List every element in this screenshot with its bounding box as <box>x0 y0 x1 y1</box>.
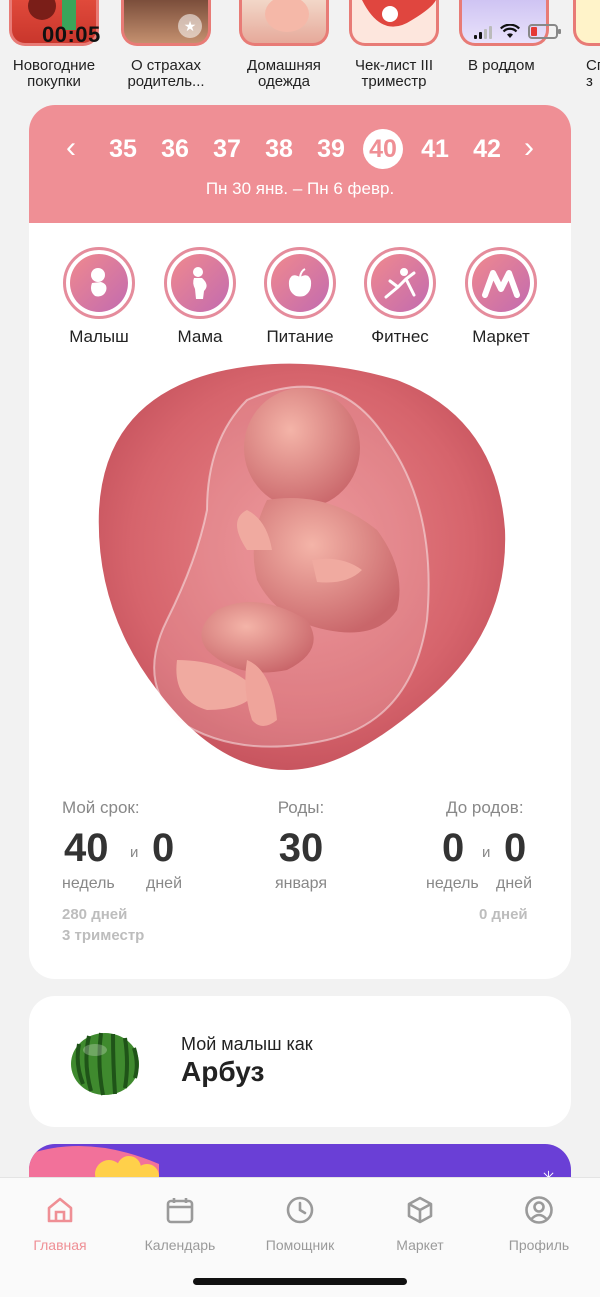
apple-icon <box>288 268 312 297</box>
story-label: Спз <box>586 57 600 90</box>
home-indicator[interactable] <box>193 1278 407 1285</box>
my-term-days-unit: дней <box>146 875 183 892</box>
baby-size-card[interactable]: Мой малыш как Арбуз <box>29 996 571 1127</box>
week-42[interactable]: 42 <box>465 131 509 167</box>
calendar-icon <box>166 1198 194 1224</box>
category-nutrition[interactable]: Питание <box>250 247 350 347</box>
story-item[interactable]: Спз <box>570 0 600 90</box>
until-birth-weeks: 0 <box>442 826 465 870</box>
week-41[interactable]: 41 <box>413 131 457 167</box>
story-thumbnail <box>573 0 600 46</box>
nav-home[interactable]: Главная <box>0 1194 120 1253</box>
week-40-active[interactable]: 40 <box>363 129 403 169</box>
category-market[interactable]: Маркет <box>451 247 551 347</box>
status-time: 00:05 <box>42 22 101 47</box>
until-birth-title: До родов: <box>446 798 524 817</box>
week-selector: ‹ 35 36 37 38 39 40 41 42 › Пн 30 янв. –… <box>29 105 571 223</box>
box-icon <box>407 1196 433 1224</box>
trimester: 3 триместр <box>62 927 145 944</box>
birth-day: 30 <box>278 826 324 870</box>
nav-profile[interactable]: Профиль <box>479 1194 599 1253</box>
until-birth-and: и <box>482 844 491 861</box>
pregnancy-week-card: ‹ 35 36 37 38 39 40 41 42 › Пн 30 янв. –… <box>29 105 571 979</box>
clock-icon <box>286 1196 314 1224</box>
story-thumbnail <box>349 0 439 46</box>
pregnant-woman-icon <box>193 267 207 299</box>
my-term-title: Мой срок: <box>62 798 140 817</box>
week-37[interactable]: 37 <box>205 131 249 167</box>
fetus-illustration <box>98 363 506 770</box>
story-label: Чек-лист III триместр <box>354 57 434 90</box>
wifi-icon <box>500 24 520 38</box>
nav-assistant[interactable]: Помощник <box>240 1194 360 1253</box>
total-days: 280 дней <box>62 906 128 923</box>
signal-icon <box>474 25 492 39</box>
week-39[interactable]: 39 <box>309 131 353 167</box>
birth-title: Роды: <box>277 798 325 817</box>
stories-row: Новогодние покупки ★ О страхах родитель...… <box>0 0 600 100</box>
week-35[interactable]: 35 <box>101 131 145 167</box>
my-term-weeks-unit: недель <box>62 875 115 892</box>
week-38[interactable]: 38 <box>257 131 301 167</box>
story-item[interactable]: Домашняя одежда <box>236 0 332 90</box>
category-mom[interactable]: Мама <box>150 247 250 347</box>
category-row: Малыш Мама Питание Фитнес Маркет <box>29 247 571 347</box>
baby-size-fruit: Арбуз <box>181 1056 265 1087</box>
home-icon <box>47 1197 73 1223</box>
category-fitness[interactable]: Фитнес <box>350 247 450 347</box>
story-label: Домашняя одежда <box>247 57 321 90</box>
battery-icon <box>528 24 561 39</box>
until-birth-days: 0 <box>504 826 527 870</box>
chevron-right-icon[interactable]: › <box>515 133 543 163</box>
nav-calendar[interactable]: Календарь <box>120 1194 240 1253</box>
story-label: В роддом <box>468 57 535 74</box>
story-thumbnail: ★ <box>121 0 211 46</box>
star-icon: ★ <box>178 14 202 38</box>
story-label: О страхах родитель... <box>127 57 205 90</box>
my-term-days: 0 <box>152 826 175 870</box>
baby-icon <box>91 268 107 297</box>
story-item[interactable]: Чек-лист III триместр <box>346 0 442 90</box>
status-icons <box>474 24 561 39</box>
story-item[interactable]: ★ О страхах родитель... <box>118 0 214 90</box>
my-term-and: и <box>130 844 139 861</box>
until-birth-days-unit: дней <box>496 875 533 892</box>
profile-icon <box>525 1196 553 1224</box>
story-thumbnail <box>239 0 329 46</box>
chevron-left-icon[interactable]: ‹ <box>57 133 85 163</box>
date-range: Пн 30 янв. – Пн 6 февр. <box>205 179 395 198</box>
nav-market[interactable]: Маркет <box>360 1194 480 1253</box>
story-label: Новогодние покупки <box>12 57 96 90</box>
watermelon-icon <box>71 1032 139 1096</box>
my-term-weeks: 40 <box>64 826 109 870</box>
birth-month: января <box>274 875 328 892</box>
week-36[interactable]: 36 <box>153 131 197 167</box>
category-baby[interactable]: Малыш <box>49 247 149 347</box>
fitness-icon <box>384 268 416 299</box>
until-birth-total-days: 0 дней <box>479 906 528 923</box>
baby-size-prefix: Мой малыш как <box>181 1034 313 1054</box>
until-birth-weeks-unit: недель <box>426 875 479 892</box>
story-thumbnail <box>459 0 549 46</box>
market-icon <box>482 270 520 298</box>
